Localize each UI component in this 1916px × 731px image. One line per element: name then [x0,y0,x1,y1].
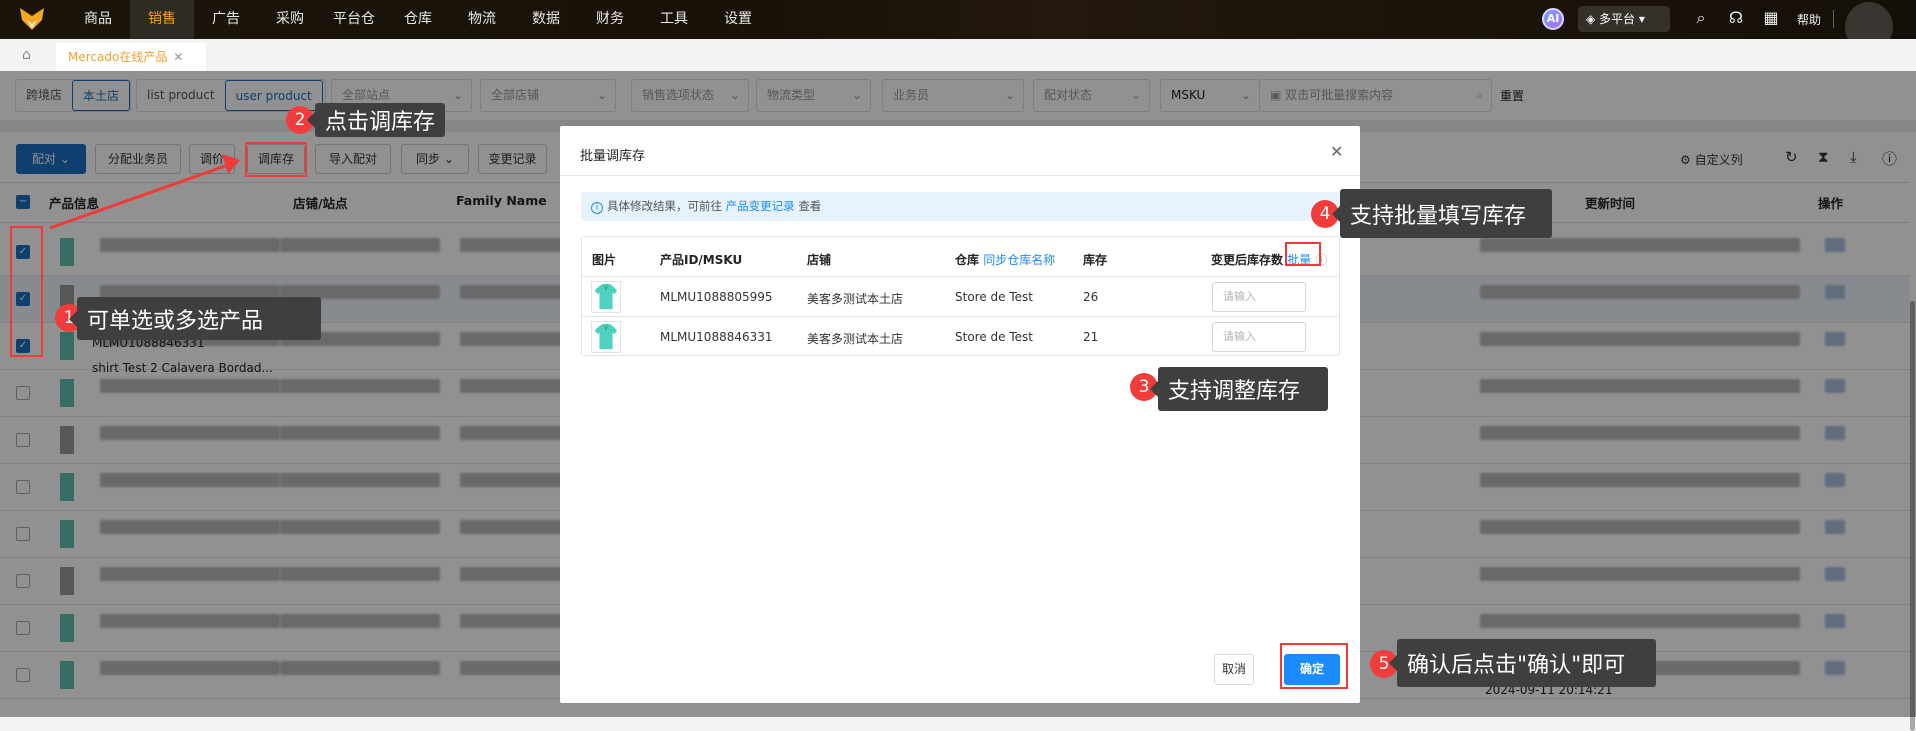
new-stock-placeholder: 请输入 [1223,330,1256,343]
platform-label: 多平台 ▾ [1599,12,1645,26]
info-icon: i [591,202,603,214]
nav-item[interactable]: 物流 [450,0,514,39]
info-suffix: 查看 [798,199,822,213]
annotation-callout: 可单选或多选产品 [69,297,321,340]
new-stock-input[interactable]: 请输入 [1212,282,1306,312]
info-banner: i 具体修改结果，可前往 产品变更记录 查看 [581,192,1340,221]
modal-title: 批量调库存 [580,149,646,164]
col-stock: 库存 [1083,253,1108,267]
info-text: 具体修改结果，可前往 [607,199,722,213]
col-product-id: 产品ID/MSKU [660,253,743,267]
nav-item[interactable]: 设置 [706,0,770,39]
annotation-callout: 确认后点击"确认"即可 [1389,639,1656,687]
shop-name: 美客多测试本土店 [807,332,904,346]
nav-item[interactable]: 工具 [642,0,706,39]
search-icon[interactable]: ⌕ [1690,8,1712,28]
stock-table: 图片 产品ID/MSKU 店铺 仓库 同步仓库名称 库存 变更后库存数 批量 ⓘ… [581,236,1340,356]
platform-switcher[interactable]: ◈ 多平台 ▾ [1578,6,1670,32]
current-stock: 21 [1083,330,1099,344]
annotation-callout: 点击调库存 [307,103,445,137]
nav-item[interactable]: 平台仓 [322,0,386,39]
new-stock-placeholder: 请输入 [1223,290,1256,303]
annotation-text: 确认后点击"确认"即可 [1407,653,1626,678]
annotation-text: 点击调库存 [325,110,436,135]
annotation-text: 支持调整库存 [1168,379,1301,404]
annotation-callout: 支持调整库存 [1150,367,1328,411]
headset-icon[interactable]: ☊ [1725,8,1747,27]
ai-button[interactable]: AI [1542,8,1564,30]
tab-bar: ⌂ Mercado在线产品 ✕ [0,39,1916,71]
product-id: MLMU1088846331 [660,330,773,344]
shop-name: 美客多测试本土店 [807,292,904,306]
annotation-callout: 支持批量填写库存 [1332,189,1552,238]
divider [560,175,1360,176]
stock-row: MLMU1088805995 美客多测试本土店 Store de Test 26… [582,277,1339,317]
nav-item[interactable]: 仓库 [386,0,450,39]
annotation-text: 支持批量填写库存 [1350,203,1527,229]
col-new-stock: 变更后库存数 [1211,253,1284,267]
divider [1833,10,1834,28]
apps-grid-icon[interactable]: ▦ [1760,8,1782,27]
nav-item[interactable]: 广告 [194,0,258,39]
change-log-link[interactable]: 产品变更记录 [726,199,795,213]
close-tab-icon[interactable]: ✕ [173,50,183,64]
warehouse-name: Store de Test [955,330,1033,344]
home-icon[interactable]: ⌂ [22,47,31,63]
nav-item[interactable]: 数据 [514,0,578,39]
nav-item[interactable]: 销售 [130,0,194,39]
close-icon[interactable]: ✕ [1330,142,1343,161]
product-image [591,321,621,353]
highlight-confirm [1280,643,1348,689]
product-image [591,281,621,313]
highlight-checkboxes [10,226,43,357]
highlight-adjust-stock [245,142,307,177]
fox-logo-icon[interactable] [20,8,44,30]
highlight-batch [1285,242,1321,266]
annotation-text: 可单选或多选产品 [87,308,264,334]
col-warehouse: 仓库 [955,253,980,267]
tab-mercado-online-products[interactable]: Mercado在线产品 ✕ [56,43,206,71]
current-stock: 26 [1083,290,1099,304]
cancel-button[interactable]: 取消 [1214,654,1254,685]
top-nav: 商品 销售 广告 采购 平台仓 仓库 物流 数据 财务 工具 设置 AI ◈ 多平台 ▾ ⌕ ☊ ▦… [0,0,1916,52]
sync-warehouse-link[interactable]: 同步仓库名称 [983,253,1055,267]
layers-icon: ◈ [1586,12,1600,26]
product-id: MLMU1088805995 [660,290,773,304]
nav-item[interactable]: 财务 [578,0,642,39]
tab-label: Mercado在线产品 [68,50,168,64]
nav-item[interactable]: 采购 [258,0,322,39]
stock-row: MLMU1088846331 美客多测试本土店 Store de Test 21… [582,317,1339,357]
col-shop: 店铺 [807,253,832,267]
batch-stock-modal: 批量调库存 ✕ i 具体修改结果，可前往 产品变更记录 查看 图片 产品ID/MS… [560,126,1360,703]
warehouse-name: Store de Test [955,290,1033,304]
help-link[interactable]: 帮助 [1797,11,1821,28]
new-stock-input[interactable]: 请输入 [1212,322,1306,352]
nav-item[interactable]: 商品 [66,0,130,39]
col-image: 图片 [592,253,617,267]
